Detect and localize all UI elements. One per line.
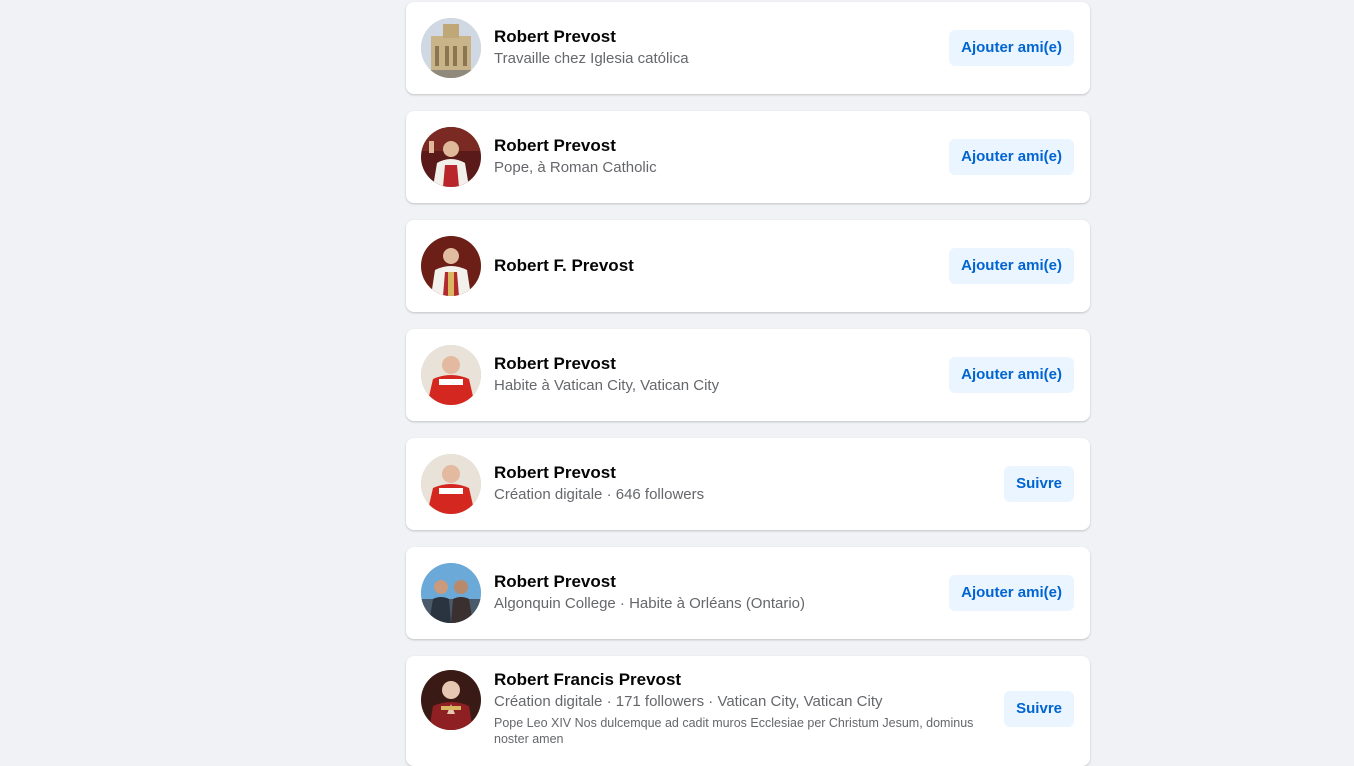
add-friend-button[interactable]: Ajouter ami(e) bbox=[949, 575, 1074, 611]
add-friend-button[interactable]: Ajouter ami(e) bbox=[949, 248, 1074, 284]
result-name[interactable]: Robert Prevost bbox=[494, 571, 990, 593]
result-name[interactable]: Robert F. Prevost bbox=[494, 255, 990, 277]
follow-button[interactable]: Suivre bbox=[1004, 466, 1074, 502]
couple-outdoor-avatar[interactable] bbox=[421, 563, 481, 623]
result-subtitle: Création digitale · 646 followers bbox=[494, 486, 705, 503]
result-name[interactable]: Robert Prevost bbox=[494, 462, 990, 484]
add-friend-button[interactable]: Ajouter ami(e) bbox=[949, 357, 1074, 393]
cardinal-red-avatar[interactable] bbox=[421, 345, 481, 405]
add-friend-button[interactable]: Ajouter ami(e) bbox=[949, 139, 1074, 175]
pope-waving-avatar[interactable] bbox=[421, 127, 481, 187]
pope-portrait-avatar[interactable] bbox=[421, 236, 481, 296]
result-card: Robert Francis Prevost Création digitale… bbox=[406, 656, 1090, 766]
result-card: Robert F. Prevost Ajouter ami(e) bbox=[406, 220, 1090, 312]
result-subtitle: Pope, à Roman Catholic bbox=[494, 159, 657, 176]
cardinal-red-avatar[interactable] bbox=[421, 454, 481, 514]
result-subtitle: Travaille chez Iglesia católica bbox=[494, 50, 689, 67]
result-card: Robert Prevost Pope, à Roman Catholic Aj… bbox=[406, 111, 1090, 203]
result-subtitle: Habite à Vatican City, Vatican City bbox=[494, 377, 720, 394]
add-friend-button[interactable]: Ajouter ami(e) bbox=[949, 30, 1074, 66]
result-card: Robert Prevost Algonquin College · Habit… bbox=[406, 547, 1090, 639]
result-description: Pope Leo XIV Nos dulcemque ad cadit muro… bbox=[494, 716, 974, 746]
church-building-avatar[interactable] bbox=[421, 18, 481, 78]
result-subtitle: Algonquin College · Habite à Orléans (On… bbox=[494, 595, 805, 612]
result-name[interactable]: Robert Prevost bbox=[494, 353, 990, 375]
result-name[interactable]: Robert Francis Prevost bbox=[494, 669, 1000, 691]
result-card: Robert Prevost Habite à Vatican City, Va… bbox=[406, 329, 1090, 421]
result-subtitle: Création digitale · 171 followers · Vati… bbox=[494, 693, 883, 710]
result-card: Robert Prevost Travaille chez Iglesia ca… bbox=[406, 2, 1090, 94]
result-name[interactable]: Robert Prevost bbox=[494, 135, 990, 157]
follow-button[interactable]: Suivre bbox=[1004, 691, 1074, 727]
result-card: Robert Prevost Création digitale · 646 f… bbox=[406, 438, 1090, 530]
pope-praying-avatar[interactable] bbox=[421, 670, 481, 730]
result-name[interactable]: Robert Prevost bbox=[494, 26, 990, 48]
